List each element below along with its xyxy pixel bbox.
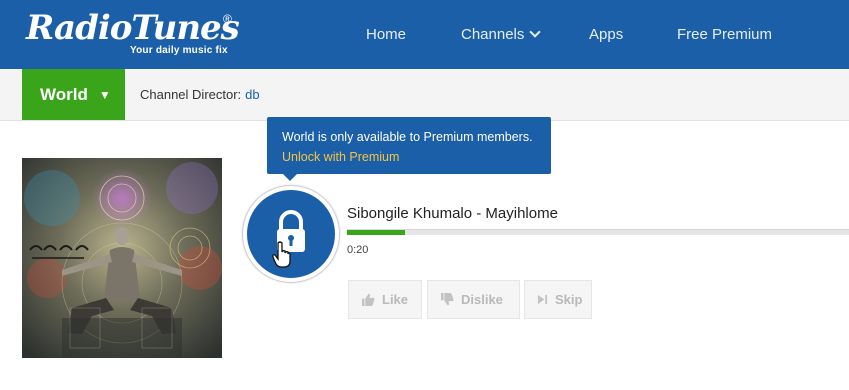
tooltip-arrow xyxy=(283,174,297,181)
top-navigation-bar: RadioTunes ® Your daily music fix Home C… xyxy=(0,0,849,69)
skip-icon xyxy=(537,294,548,305)
radiotunes-logo[interactable]: RadioTunes ® Your daily music fix xyxy=(26,8,240,56)
track-title: Sibongile Khumalo - Mayihlome xyxy=(347,205,558,222)
dislike-label: Dislike xyxy=(461,292,503,307)
nav-home-label: Home xyxy=(366,26,407,43)
nav-free-premium-label: Free Premium xyxy=(677,26,773,43)
chevron-down-icon xyxy=(529,25,542,38)
caret-down-icon: ▼ xyxy=(98,87,111,102)
nav-free-premium-link[interactable]: Free Premium xyxy=(677,0,772,69)
thumbs-up-icon xyxy=(362,293,375,306)
unlock-premium-link[interactable]: Unlock with Premium xyxy=(282,147,399,167)
skip-label: Skip xyxy=(555,292,583,307)
nav-home-link[interactable]: Home xyxy=(366,0,406,69)
logo-registered-mark: ® xyxy=(223,12,232,26)
tooltip-message: World is only available to Premium membe… xyxy=(282,130,533,144)
nav-channels-label: Channels xyxy=(461,26,525,43)
nav-apps-link[interactable]: Apps xyxy=(589,0,623,69)
channel-name: World xyxy=(40,84,88,104)
artwork-image xyxy=(22,158,222,358)
progress-fill xyxy=(347,230,405,235)
channel-director: Channel Director: db xyxy=(140,69,260,120)
logo-wordmark: RadioTunes xyxy=(26,8,240,48)
progress-bar[interactable] xyxy=(347,229,849,235)
nav-apps-label: Apps xyxy=(589,26,624,43)
premium-tooltip: World is only available to Premium membe… xyxy=(267,117,551,174)
channel-director-label: Channel Director: xyxy=(140,87,242,102)
hand-cursor-icon xyxy=(272,241,291,268)
channel-artwork xyxy=(22,158,222,358)
elapsed-time: 0:20 xyxy=(347,244,369,256)
nav-channels-dropdown[interactable]: Channels xyxy=(461,0,542,69)
like-label: Like xyxy=(382,292,409,307)
channel-bar: World ▼ Channel Director: db xyxy=(0,69,849,121)
channel-selector-button[interactable]: World ▼ xyxy=(22,69,125,120)
skip-button[interactable]: Skip xyxy=(524,280,592,319)
thumbs-down-icon xyxy=(441,293,454,306)
like-button[interactable]: Like xyxy=(348,280,422,319)
dislike-button[interactable]: Dislike xyxy=(427,280,520,319)
channel-director-link[interactable]: db xyxy=(245,87,259,102)
logo-tagline: Your daily music fix xyxy=(130,45,228,56)
